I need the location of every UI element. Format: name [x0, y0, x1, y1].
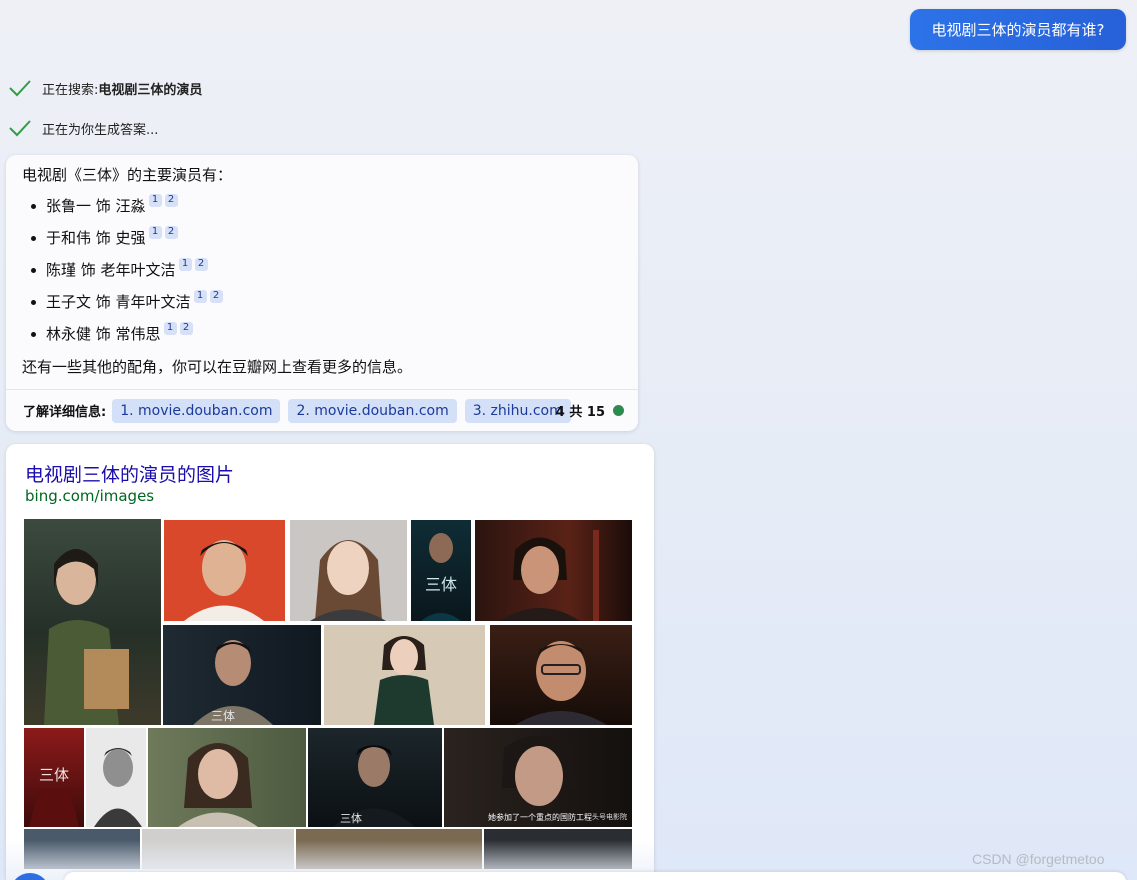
citation-badge[interactable]: 1	[163, 321, 177, 335]
image-thumbnail[interactable]: 三体	[163, 625, 321, 725]
images-card: 电视剧三体的演员的图片 bing.com/images 三体 三体 三体 三体 …	[6, 444, 654, 880]
citation-badge[interactable]: 2	[164, 193, 178, 207]
image-thumbnail[interactable]: 三体	[24, 728, 84, 827]
svg-text:三体: 三体	[211, 709, 235, 723]
svg-text:三体: 三体	[340, 811, 362, 825]
actor-list: 张鲁一 饰 汪淼 1 2 于和伟 饰 史强 1 2 陈瑾 饰 老年叶文洁 1 2 王子文 饰…	[22, 190, 622, 350]
citation-badge[interactable]: 2	[164, 225, 178, 239]
chat-input-box[interactable]	[64, 872, 1126, 880]
citation-badge[interactable]: 2	[194, 257, 208, 271]
response-counter: 4 共 15	[556, 401, 624, 420]
check-icon	[9, 80, 31, 97]
csdn-watermark: CSDN @forgetmetoo	[972, 851, 1105, 867]
svg-text:三体: 三体	[425, 575, 457, 594]
image-thumbnail[interactable]	[475, 520, 632, 621]
image-thumbnail[interactable]	[490, 625, 632, 725]
citation-badge[interactable]: 1	[148, 193, 162, 207]
actor-text: 陈瑾 饰 老年叶文洁	[46, 261, 176, 279]
status-searching: 正在搜索: 电视剧三体的演员	[8, 78, 202, 98]
image-thumbnail[interactable]	[324, 625, 485, 725]
answer-outro: 还有一些其他的配角，你可以在豆瓣网上查看更多的信息。	[22, 358, 413, 376]
film-still-watermark: 头号电影院	[592, 813, 627, 821]
image-thumbnail[interactable]	[86, 728, 146, 827]
image-thumbnail[interactable]	[148, 728, 306, 827]
status-searching-query: 电视剧三体的演员	[98, 82, 203, 98]
actor-text: 林永健 饰 常伟思	[46, 325, 161, 343]
citation-badge[interactable]: 1	[193, 289, 207, 303]
response-counter-text: 4 共 15	[555, 405, 605, 420]
status-generating: 正在为你生成答案...	[8, 118, 158, 138]
actor-text: 张鲁一 饰 汪淼	[46, 197, 146, 215]
list-item: 张鲁一 饰 汪淼 1 2	[22, 190, 622, 222]
list-item: 林永健 饰 常伟思 1 2	[22, 318, 622, 350]
list-item: 陈瑾 饰 老年叶文洁 1 2	[22, 254, 622, 286]
status-dot-icon	[613, 405, 624, 416]
list-item: 王子文 饰 青年叶文洁 1 2	[22, 286, 622, 318]
sources-bar: 了解详细信息: 1. movie.douban.com 2. movie.dou…	[6, 389, 638, 431]
image-thumbnail[interactable]: 她参加了一个重点的国防工程 头号电影院	[444, 728, 632, 827]
user-message-bubble: 电视剧三体的演员都有谁?	[910, 9, 1126, 50]
sources-label: 了解详细信息:	[23, 405, 107, 420]
status-generating-text: 正在为你生成答案...	[42, 122, 159, 138]
source-link-2[interactable]: 2. movie.douban.com	[288, 398, 457, 423]
image-thumbnail[interactable]	[290, 520, 407, 621]
citation-badge[interactable]: 2	[209, 289, 223, 303]
source-link-1[interactable]: 1. movie.douban.com	[112, 398, 281, 423]
citation-badge[interactable]: 1	[178, 257, 192, 271]
actor-text: 于和伟 饰 史强	[46, 229, 146, 247]
images-source: bing.com/images	[25, 487, 155, 505]
film-still-caption: 她参加了一个重点的国防工程	[488, 813, 592, 822]
status-searching-prefix: 正在搜索:	[42, 82, 99, 98]
image-thumbnail[interactable]	[164, 520, 285, 621]
citation-badge[interactable]: 2	[179, 321, 193, 335]
answer-intro: 电视剧《三体》的主要演员有：	[22, 166, 233, 184]
image-thumbnail[interactable]	[24, 519, 161, 725]
citation-badge[interactable]: 1	[148, 225, 162, 239]
image-thumbnail[interactable]: 三体	[308, 728, 442, 827]
image-thumbnail[interactable]: 三体	[411, 520, 471, 621]
check-icon	[9, 120, 31, 137]
answer-card: 电视剧《三体》的主要演员有： 张鲁一 饰 汪淼 1 2 于和伟 饰 史强 1 2 陈瑾 …	[6, 155, 638, 431]
list-item: 于和伟 饰 史强 1 2	[22, 222, 622, 254]
user-message-text: 电视剧三体的演员都有谁?	[931, 21, 1105, 39]
images-title-link[interactable]: 电视剧三体的演员的图片	[25, 460, 234, 487]
svg-text:三体: 三体	[39, 766, 69, 784]
